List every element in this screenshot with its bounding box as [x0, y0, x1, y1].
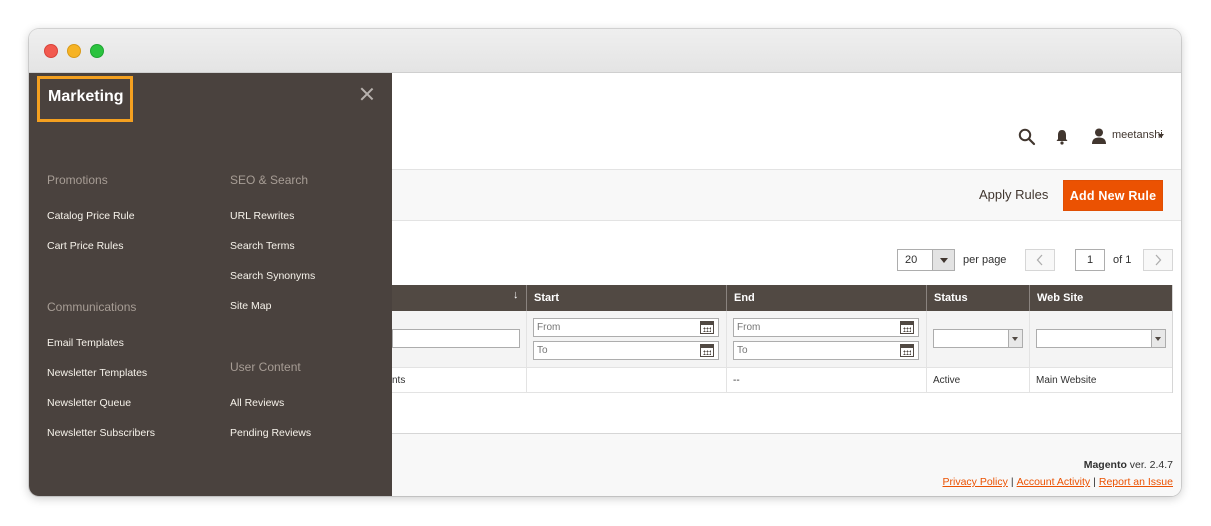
menu-item-search-synonyms[interactable]: Search Synonyms: [230, 270, 315, 282]
flyout-title: Marketing: [48, 88, 124, 105]
per-page-select[interactable]: 20: [897, 249, 955, 271]
privacy-policy-link[interactable]: Privacy Policy: [943, 476, 1008, 488]
calendar-icon[interactable]: [700, 344, 714, 357]
link-separator: |: [1093, 476, 1096, 488]
end-from-input[interactable]: [733, 318, 919, 337]
column-header-start[interactable]: Start: [526, 285, 726, 311]
version-number: ver. 2.4.7: [1129, 459, 1173, 471]
user-icon[interactable]: [1091, 127, 1107, 145]
chevron-down-icon[interactable]: [932, 250, 954, 270]
menu-item-catalog-price-rule[interactable]: Catalog Price Rule: [47, 210, 135, 222]
window-zoom-control[interactable]: [90, 44, 104, 58]
end-cell: --: [733, 375, 740, 386]
report-issue-link[interactable]: Report an Issue: [1099, 476, 1173, 488]
per-page-value: 20: [905, 254, 918, 266]
status-cell: Active: [933, 375, 961, 386]
grid-right-border: [1172, 285, 1173, 393]
section-title-user-content: User Content: [230, 360, 301, 374]
menu-item-newsletter-subscribers[interactable]: Newsletter Subscribers: [47, 427, 155, 439]
chevron-down-icon[interactable]: [1158, 134, 1164, 138]
current-page-input[interactable]: [1075, 249, 1105, 271]
column-header-end[interactable]: End: [726, 285, 926, 311]
add-new-rule-button[interactable]: Add New Rule: [1063, 180, 1163, 211]
column-divider: [526, 311, 527, 393]
menu-item-site-map[interactable]: Site Map: [230, 300, 271, 312]
bell-icon[interactable]: [1054, 128, 1070, 146]
apply-rules-button[interactable]: Apply Rules: [979, 187, 1048, 202]
chevron-right-icon: [1155, 254, 1162, 266]
column-header-status[interactable]: Status: [926, 285, 1029, 311]
admin-user-name[interactable]: meetanshi: [1112, 129, 1163, 141]
next-page-button[interactable]: [1143, 249, 1173, 271]
chevron-left-icon: [1036, 254, 1043, 266]
menu-item-all-reviews[interactable]: All Reviews: [230, 397, 284, 409]
menu-item-email-templates[interactable]: Email Templates: [47, 337, 124, 349]
search-icon[interactable]: [1018, 128, 1036, 146]
column-divider: [726, 311, 727, 393]
chevron-down-icon[interactable]: [1151, 330, 1165, 347]
status-filter-select[interactable]: [933, 329, 1023, 348]
window-titlebar: [29, 29, 1181, 73]
start-to-input[interactable]: [533, 341, 719, 360]
menu-item-cart-price-rules[interactable]: Cart Price Rules: [47, 240, 123, 252]
close-icon[interactable]: [360, 87, 374, 101]
chevron-down-icon[interactable]: [1008, 330, 1022, 347]
window-minimize-control[interactable]: [67, 44, 81, 58]
column-divider: [926, 311, 927, 393]
rule-name-cell: nts: [392, 375, 406, 386]
footer-links: Privacy Policy | Account Activity | Report a…: [943, 476, 1174, 488]
previous-page-button[interactable]: [1025, 249, 1055, 271]
link-separator: |: [1010, 476, 1014, 488]
total-pages-label: of 1: [1113, 254, 1132, 266]
menu-item-url-rewrites[interactable]: URL Rewrites: [230, 210, 294, 222]
calendar-icon[interactable]: [700, 321, 714, 334]
version-info: Magento ver. 2.4.7: [1084, 459, 1173, 471]
column-header-website[interactable]: Web Site: [1029, 285, 1172, 311]
name-filter-input[interactable]: [392, 329, 520, 348]
sort-descending-icon[interactable]: ↓: [513, 289, 519, 301]
start-from-input[interactable]: [533, 318, 719, 337]
website-filter-select[interactable]: [1036, 329, 1166, 348]
menu-item-search-terms[interactable]: Search Terms: [230, 240, 295, 252]
menu-item-newsletter-templates[interactable]: Newsletter Templates: [47, 367, 147, 379]
column-divider: [1029, 311, 1030, 393]
end-to-input[interactable]: [733, 341, 919, 360]
website-cell: Main Website: [1036, 375, 1097, 386]
marketing-flyout-menu: Marketing Promotions Catalog Price Rule …: [29, 73, 392, 496]
section-title-seo-search: SEO & Search: [230, 173, 309, 187]
browser-window: meetanshi Apply Rules Add New Rule 20 pe…: [29, 29, 1181, 496]
section-title-promotions: Promotions: [47, 173, 108, 187]
calendar-icon[interactable]: [900, 321, 914, 334]
brand-name: Magento: [1083, 459, 1127, 471]
per-page-label: per page: [963, 254, 1007, 266]
window-close-control[interactable]: [44, 44, 58, 58]
section-title-communications: Communications: [47, 300, 137, 314]
menu-item-pending-reviews[interactable]: Pending Reviews: [230, 427, 311, 439]
menu-item-newsletter-queue[interactable]: Newsletter Queue: [47, 397, 131, 409]
calendar-icon[interactable]: [900, 344, 914, 357]
account-activity-link[interactable]: Account Activity: [1017, 476, 1091, 488]
